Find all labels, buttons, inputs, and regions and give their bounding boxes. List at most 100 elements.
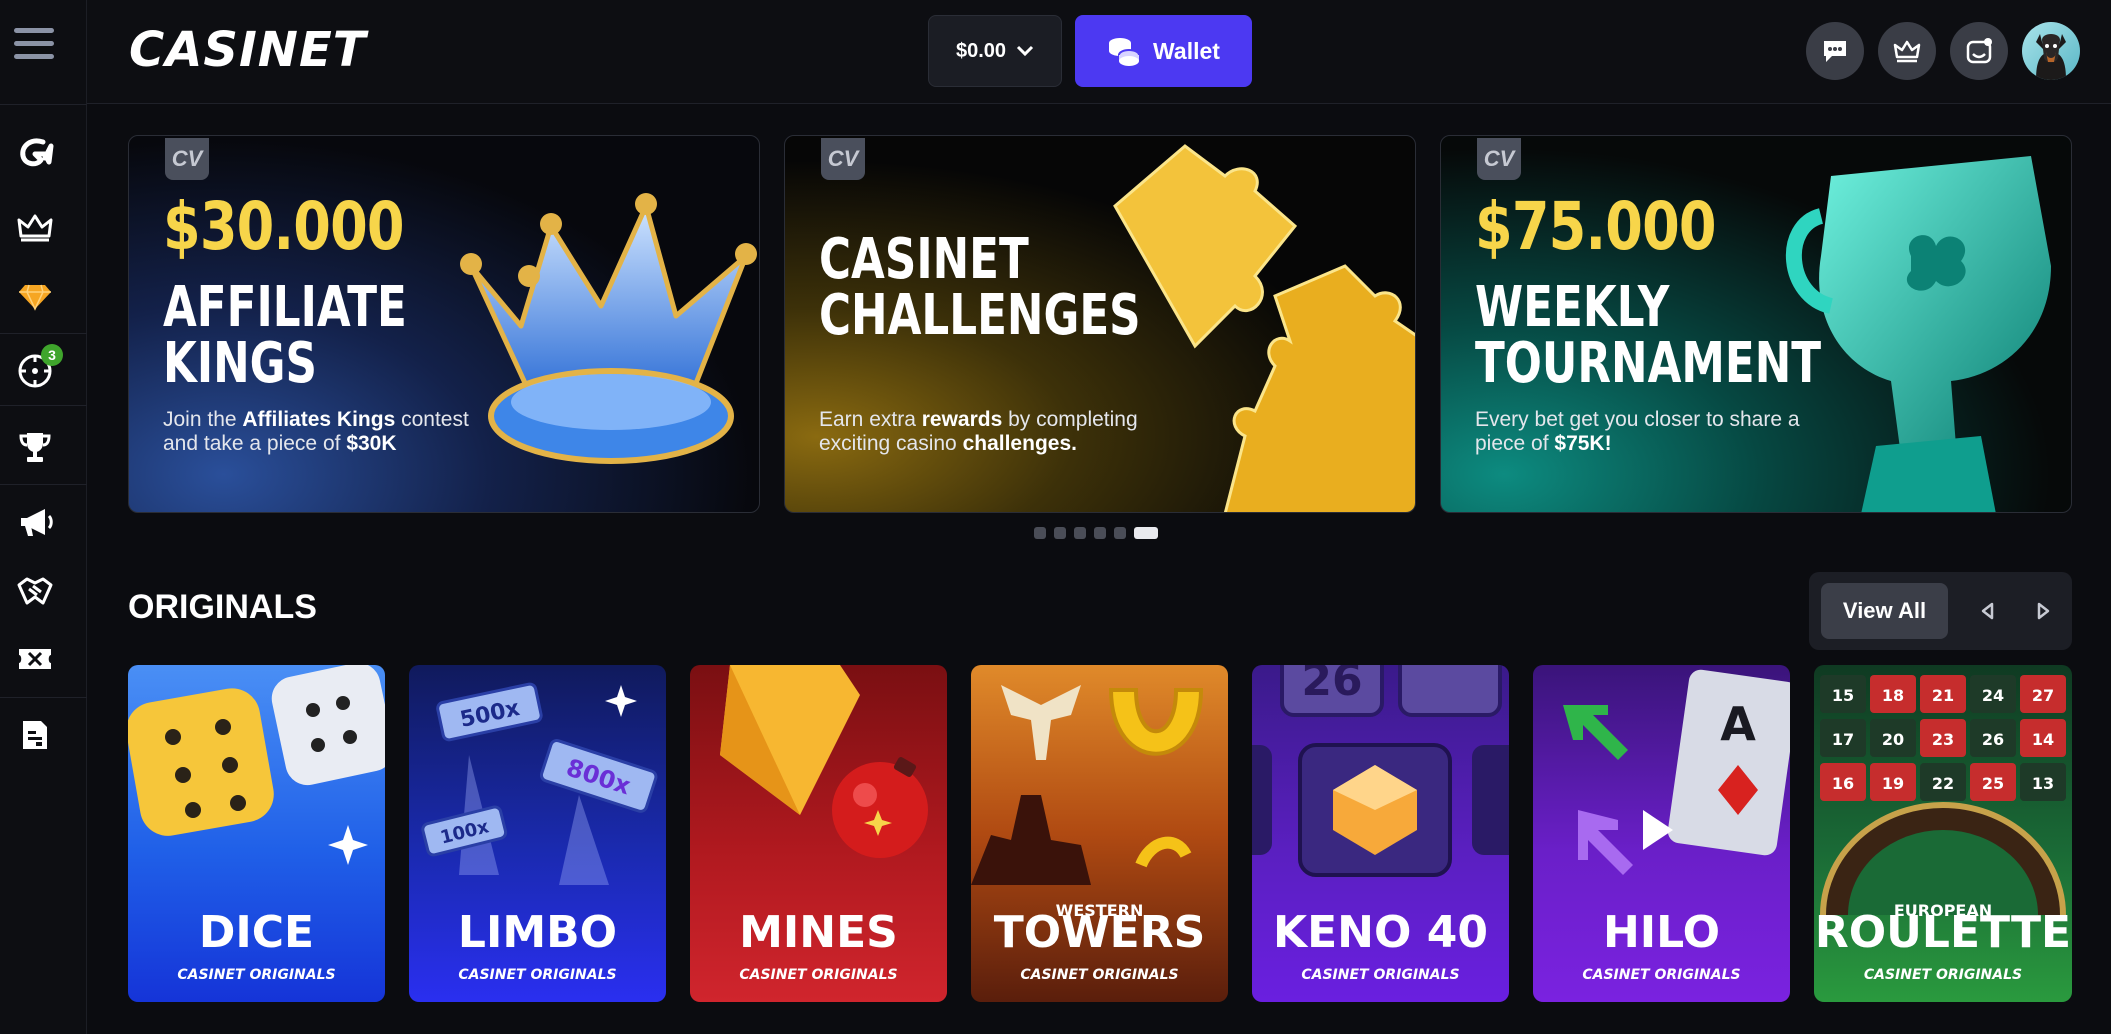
banner-casinet-challenges[interactable]: CV CASINET CHALLENGES Earn extra rewards… <box>784 135 1416 513</box>
game-subtitle: CASINET ORIGINALS <box>1301 967 1460 983</box>
crown-icon[interactable] <box>10 203 60 253</box>
game-card-roulette[interactable]: 15 18 21 24 27 17 20 23 26 14 16 19 22 25 13 EUROPEAN … <box>1814 665 2072 1002</box>
game-subtitle: CASINET ORIGINALS <box>1020 967 1179 983</box>
roulette-number: 21 <box>1932 686 1954 705</box>
vip-button[interactable] <box>1878 22 1936 80</box>
game-subtitle: CASINET ORIGINALS <box>1582 967 1741 983</box>
prev-arrow-icon[interactable] <box>1972 596 2002 626</box>
game-title: MINES <box>739 907 898 958</box>
game-card-mines[interactable]: MINES CASINET ORIGINALS <box>690 665 947 1002</box>
puzzle-pieces-icon <box>1113 144 1415 512</box>
game-card-keno40[interactable]: 26 KENO 40 CASINET ORIGINALS <box>1252 665 1509 1002</box>
view-all-button[interactable]: View All <box>1821 583 1948 639</box>
roulette-number: 26 <box>1982 730 2004 749</box>
carousel-pagination <box>1034 527 1158 539</box>
trophy-illustration-icon <box>1785 156 2051 512</box>
game-subtitle: CASINET ORIGINALS <box>458 967 617 983</box>
banner-amount: $75.000 <box>1475 188 1717 265</box>
hamburger-menu-icon[interactable] <box>14 28 54 68</box>
trophy-icon[interactable] <box>10 422 60 472</box>
notification-badge: 3 <box>41 344 63 366</box>
roulette-number: 23 <box>1932 730 1954 749</box>
casinet-mini-logo-icon: CV <box>165 138 209 180</box>
balance-dropdown[interactable]: $0.00 <box>928 15 1062 87</box>
crosshair-icon[interactable]: 3 <box>10 344 63 396</box>
casinet-logo-icon[interactable] <box>10 127 60 177</box>
banner-amount: $30.000 <box>163 188 405 265</box>
svg-text:A: A <box>1720 697 1756 751</box>
banner-title-line1: AFFILIATE <box>163 275 407 340</box>
keno-board-icon: 26 <box>1252 665 1509 877</box>
roulette-number: 15 <box>1832 686 1854 705</box>
dice-icon <box>128 665 385 865</box>
section-title: ORIGINALS <box>128 588 317 626</box>
sidebar-divider <box>0 697 87 698</box>
chat-icon <box>1824 41 1846 62</box>
game-subtitle: CASINET ORIGINALS <box>1863 967 2023 983</box>
top-header: CASINET $0.00 Wallet <box>87 0 2111 104</box>
crown-illustration-icon <box>460 193 757 464</box>
game-card-dice[interactable]: DICE CASINET ORIGINALS <box>128 665 385 1002</box>
sidebar-divider <box>0 484 87 485</box>
game-card-towers[interactable]: WESTERN TOWERS CASINET ORIGINALS <box>971 665 1228 1002</box>
roulette-number: 20 <box>1882 730 1904 749</box>
chat-button[interactable] <box>1806 22 1864 80</box>
roulette-number: 13 <box>2032 774 2054 793</box>
casinet-logo[interactable]: CASINET <box>129 22 367 78</box>
sidebar-divider <box>0 333 87 334</box>
card-and-arrows-icon: A <box>1563 669 1790 875</box>
ticket-icon[interactable] <box>10 634 60 684</box>
game-title: ROULETTE <box>1814 907 2072 958</box>
game-card-limbo[interactable]: 500x 800x 100x LIMBO CASINET ORIGINALS <box>409 665 666 1002</box>
banner-title-line1: WEEKLY <box>1475 275 1670 340</box>
banner-title-line2: KINGS <box>163 331 317 396</box>
banner-weekly-tournament[interactable]: CV $75.000 WEEKLY TOURNAMENT Every bet g… <box>1440 135 2072 513</box>
carousel-dot[interactable] <box>1094 527 1106 539</box>
game-title: KENO 40 <box>1273 907 1488 958</box>
sidebar-divider <box>0 405 87 406</box>
roulette-number: 25 <box>1982 774 2004 793</box>
megaphone-icon[interactable] <box>10 498 60 548</box>
diamond-icon[interactable] <box>10 270 60 320</box>
handshake-icon[interactable] <box>10 566 60 616</box>
user-avatar[interactable] <box>2022 22 2080 80</box>
rewards-button[interactable] <box>1950 22 2008 80</box>
game-title: LIMBO <box>457 907 618 958</box>
roulette-table-icon: 15 18 21 24 27 17 20 23 26 14 16 19 22 25 13 <box>1820 675 2066 915</box>
roulette-number: 27 <box>2032 686 2054 705</box>
game-subtitle: CASINET ORIGINALS <box>739 967 898 983</box>
roulette-number: 24 <box>1982 686 2004 705</box>
wallet-label: Wallet <box>1153 37 1220 64</box>
game-title: TOWERS <box>993 907 1206 958</box>
casinet-mini-logo-icon: CV <box>1477 138 1521 180</box>
game-subtitle: CASINET ORIGINALS <box>177 967 336 983</box>
roulette-number: 22 <box>1932 774 1954 793</box>
banner-description: Every bet get you closer to share a piec… <box>1475 408 1800 455</box>
carousel-dot[interactable] <box>1054 527 1066 539</box>
casinet-mini-logo-icon: CV <box>821 138 865 180</box>
wallet-button[interactable]: Wallet <box>1075 15 1252 87</box>
game-title: DICE <box>198 907 315 958</box>
gem-and-bomb-icon <box>720 665 928 858</box>
section-controls: View All <box>1809 572 2072 650</box>
roulette-number: 16 <box>1832 774 1854 793</box>
crown-icon <box>1893 40 1921 63</box>
carousel-dot-active[interactable] <box>1134 527 1158 539</box>
gift-box-icon <box>1966 38 1992 64</box>
sidebar: 3 <box>0 0 87 1034</box>
coins-icon <box>1109 38 1141 66</box>
sidebar-divider <box>0 104 87 105</box>
game-card-hilo[interactable]: A HILO CASINET ORIGINALS <box>1533 665 1790 1002</box>
carousel-dot[interactable] <box>1114 527 1126 539</box>
next-arrow-icon[interactable] <box>2029 596 2059 626</box>
document-icon[interactable] <box>10 710 60 760</box>
chevron-down-icon <box>1016 45 1034 57</box>
roulette-number: 18 <box>1882 686 1904 705</box>
balance-amount: $0.00 <box>955 39 1007 62</box>
svg-text:26: 26 <box>1301 665 1362 706</box>
banner-affiliate-kings[interactable]: CV $30.000 AFFILIATE KINGS Join the Affi… <box>128 135 760 513</box>
game-title: HILO <box>1602 907 1721 958</box>
carousel-dot[interactable] <box>1034 527 1046 539</box>
roulette-number: 19 <box>1882 774 1904 793</box>
carousel-dot[interactable] <box>1074 527 1086 539</box>
